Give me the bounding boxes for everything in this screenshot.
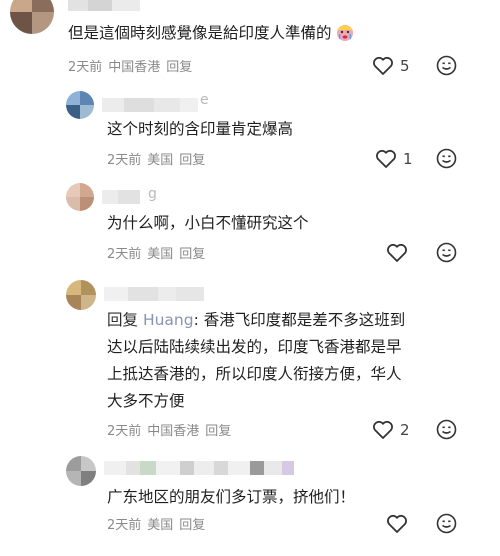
like-count: 1 <box>403 150 413 168</box>
comment-3: g 为什么啊，小白不懂研究这个 2天前 美国 回复 <box>0 178 500 270</box>
username-tail: g <box>148 186 157 202</box>
reply-prefix: 回复 <box>107 311 139 329</box>
comment-meta: 2天前 中国香港 回复 <box>68 56 198 75</box>
like-button[interactable] <box>386 514 408 534</box>
smiley-icon <box>436 55 457 76</box>
comment-text: 为什么啊，小白不懂研究这个 <box>107 214 309 232</box>
comment-meta: 2天前 美国 回复 <box>107 514 211 533</box>
emoji-reaction-button[interactable] <box>436 513 457 538</box>
like-count: 2 <box>400 421 410 439</box>
reply-button[interactable]: 回复 <box>179 153 205 168</box>
comment-location: 美国 <box>147 247 174 262</box>
comment-time: 2天前 <box>107 153 142 168</box>
reply-button[interactable]: 回复 <box>166 60 192 75</box>
comment-4: 回复 Huang: 香港飞印度都是差不多这班到 达以后陆陆续续出发的，印度飞香港… <box>0 272 500 444</box>
comment-meta: 2天前 美国 回复 <box>107 243 211 262</box>
comment-text: 但是這個時刻感覺像是給印度人準備的 <box>68 20 356 51</box>
heart-icon <box>373 420 393 439</box>
username-blurred[interactable] <box>102 189 140 204</box>
avatar[interactable] <box>66 91 94 119</box>
username-blurred[interactable] <box>104 286 204 301</box>
reply-button[interactable]: 回复 <box>205 424 231 439</box>
comment-location: 美国 <box>147 518 174 533</box>
heart-icon <box>376 149 396 168</box>
comment-location: 中国香港 <box>108 60 161 75</box>
comment-text: 这个时刻的含印量肯定爆高 <box>107 120 294 138</box>
comment-meta: 2天前 美国 回复 <box>107 149 211 168</box>
smiley-icon <box>436 513 457 534</box>
avatar[interactable] <box>66 280 96 310</box>
heart-icon <box>387 514 407 533</box>
comment-meta: 2天前 中国香港 回复 <box>107 420 237 439</box>
username-blurred[interactable] <box>68 0 140 11</box>
avatar[interactable] <box>66 456 96 486</box>
reply-button[interactable]: 回复 <box>179 518 205 533</box>
reply-button[interactable]: 回复 <box>179 247 205 262</box>
emoji-reaction-button[interactable] <box>436 148 457 173</box>
like-button[interactable]: 2 <box>372 420 410 440</box>
emoji-reaction-button[interactable] <box>436 55 457 80</box>
comment-time: 2天前 <box>107 247 142 262</box>
emoji-reaction-button[interactable] <box>436 242 457 267</box>
avatar[interactable] <box>66 183 94 211</box>
comment-time: 2天前 <box>68 60 103 75</box>
smiley-icon <box>436 419 457 440</box>
heart-icon <box>373 56 393 75</box>
smiley-icon <box>436 148 457 169</box>
like-button[interactable]: 5 <box>372 56 410 76</box>
username-blurred[interactable] <box>102 97 198 112</box>
username-blurred[interactable] <box>104 460 294 475</box>
emoji-reaction-button[interactable] <box>436 419 457 444</box>
reply-target-name[interactable]: Huang <box>143 311 194 329</box>
comment-2: e 这个时刻的含印量肯定爆高 2天前 美国 回复 1 <box>0 88 500 178</box>
username-tail: e <box>200 92 209 108</box>
comment-text: 回复 Huang: 香港飞印度都是差不多这班到 达以后陆陆续续出发的，印度飞香港… <box>107 311 406 410</box>
comment-text: 广东地区的朋友们多订票，挤他们！ <box>107 488 356 506</box>
smiley-icon <box>436 242 457 263</box>
like-button[interactable]: 1 <box>375 149 413 169</box>
comment-1: 但是這個時刻感覺像是給印度人準備的 2天前 中国香港 回复 5 <box>0 0 500 90</box>
like-count: 5 <box>400 57 410 75</box>
comment-location: 美国 <box>147 153 174 168</box>
comment-5: 广东地区的朋友们多订票，挤他们！ 2天前 美国 回复 <box>0 448 500 556</box>
comment-time: 2天前 <box>107 424 142 439</box>
comment-location: 中国香港 <box>147 424 200 439</box>
comment-time: 2天前 <box>107 518 142 533</box>
crying-face-emoji <box>334 22 356 51</box>
heart-icon <box>387 243 407 262</box>
avatar[interactable] <box>10 0 54 34</box>
like-button[interactable] <box>386 243 408 263</box>
